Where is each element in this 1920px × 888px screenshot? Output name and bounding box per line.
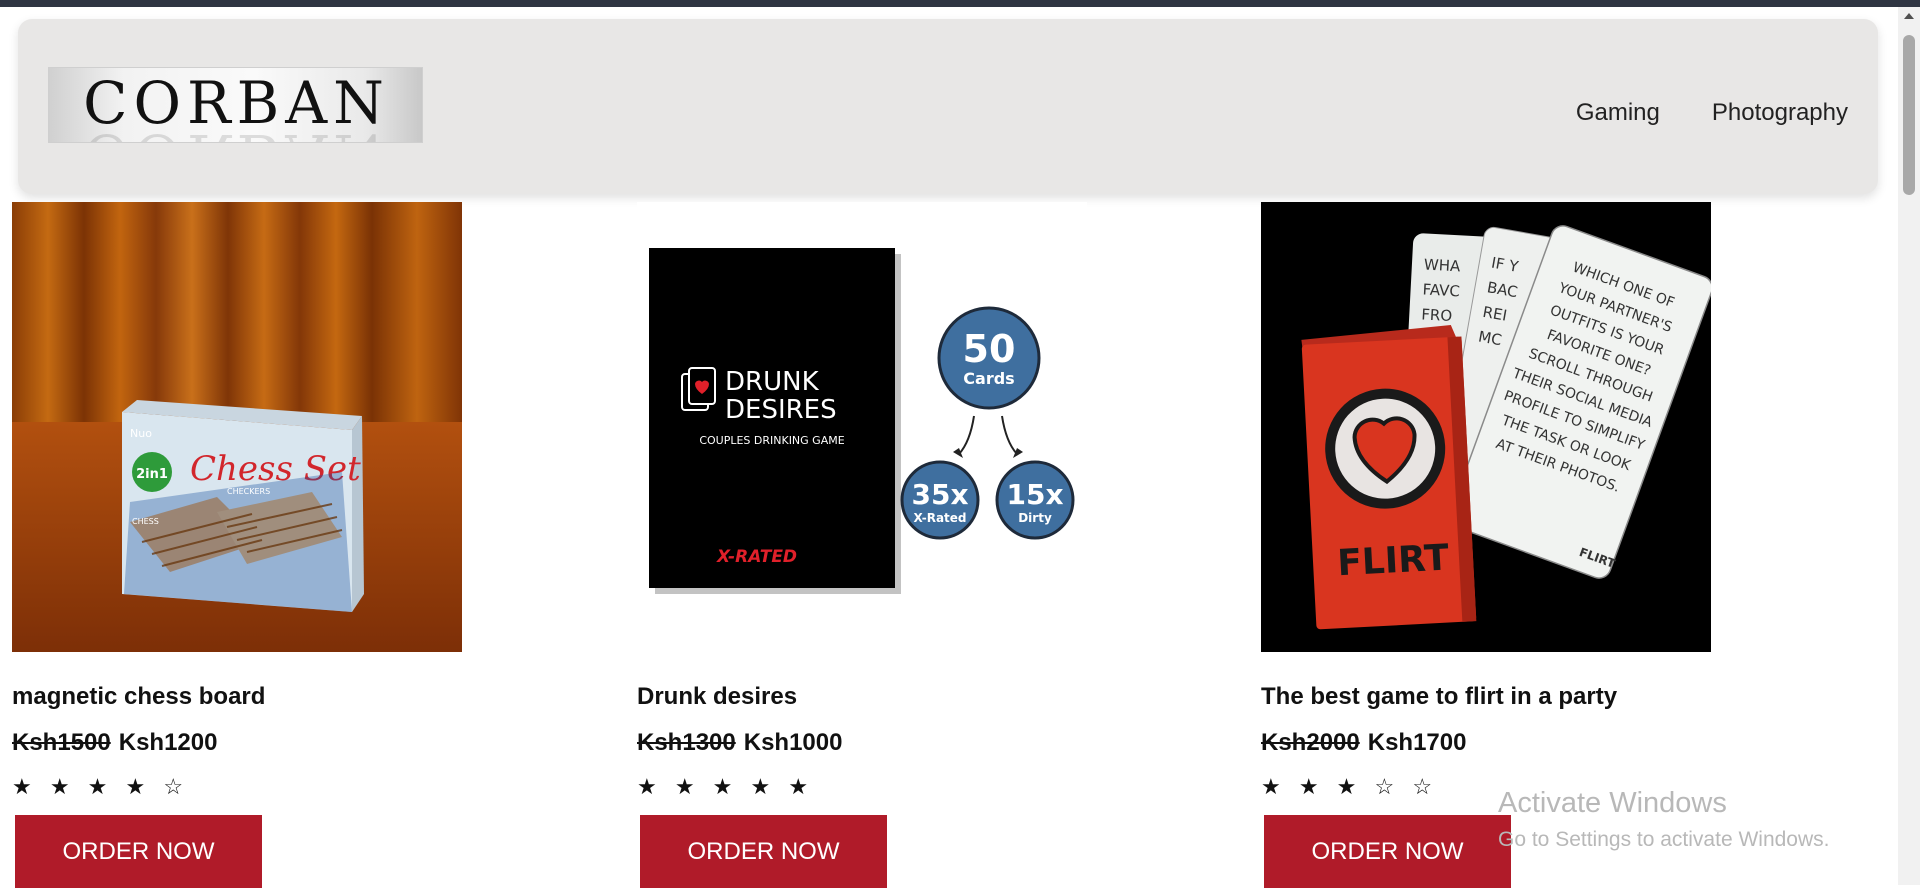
logo-reflection: CORBAN — [49, 121, 422, 142]
nav-link-gaming[interactable]: Gaming — [1576, 99, 1660, 127]
main-nav: Gaming Photography — [1576, 99, 1848, 127]
badge-right-number: 15x — [1006, 478, 1063, 511]
box-title: FLIRT — [1336, 537, 1450, 584]
box-tag: Nuo — [130, 427, 152, 440]
product-price: Ksh1300 Ksh1000 — [637, 729, 842, 757]
old-price: Ksh1300 — [637, 729, 736, 756]
old-price: Ksh1500 — [12, 729, 111, 756]
product-image[interactable]: DRUNK DESIRES COUPLES DRINKING GAME X-RA… — [637, 202, 1087, 652]
order-now-button[interactable]: ORDER NOW — [15, 815, 262, 888]
flirt-game-photo: WHA FAVC FRO IF Y BAC REI MC WHICH ONE O… — [1261, 202, 1711, 652]
card-title-line2: DESIRES — [725, 395, 837, 425]
badge-left-label: X-Rated — [913, 511, 966, 525]
scrollbar-thumb[interactable] — [1903, 35, 1915, 195]
product-image[interactable]: WHA FAVC FRO IF Y BAC REI MC WHICH ONE O… — [1261, 202, 1711, 652]
window-top-border — [0, 0, 1920, 7]
star-rating: ★ ★ ★ ★ ☆ — [12, 774, 190, 799]
product-image[interactable]: 2in1 Nuo Chess Set CHESS CHECKERS — [12, 202, 462, 652]
star-rating: ★ ★ ★ ★ ★ — [637, 774, 815, 799]
card-title-line1: DRUNK — [725, 367, 820, 397]
page: CORBAN CORBAN Gaming Photography — [0, 7, 1898, 888]
new-price: Ksh1200 — [118, 729, 218, 756]
chess-set-photo: 2in1 Nuo Chess Set CHESS CHECKERS — [12, 202, 462, 652]
box-label-chess: CHESS — [132, 517, 159, 526]
badge-left-number: 35x — [911, 478, 968, 511]
box-label-checkers: CHECKERS — [227, 487, 270, 496]
site-header: CORBAN CORBAN Gaming Photography — [18, 19, 1878, 194]
badge-label: Cards — [963, 369, 1014, 388]
order-now-button[interactable]: ORDER NOW — [1264, 815, 1511, 888]
old-price: Ksh2000 — [1261, 729, 1360, 756]
new-price: Ksh1000 — [743, 729, 843, 756]
watermark-title: Activate Windows — [1498, 787, 1727, 819]
box-badge: 2in1 — [136, 467, 168, 482]
watermark-subtitle: Go to Settings to activate Windows. — [1498, 828, 1830, 851]
new-price: Ksh1700 — [1367, 729, 1467, 756]
product-title[interactable]: magnetic chess board — [12, 683, 265, 711]
scroll-up-arrow-icon[interactable] — [1904, 13, 1914, 19]
drunk-desires-photo: DRUNK DESIRES COUPLES DRINKING GAME X-RA… — [637, 202, 1087, 652]
product-price: Ksh2000 Ksh1700 — [1261, 729, 1466, 757]
product-title[interactable]: Drunk desires — [637, 683, 797, 711]
order-now-button[interactable]: ORDER NOW — [640, 815, 887, 888]
activation-watermark: Activate Windows Go to Settings to activ… — [1498, 787, 1830, 852]
back-card1-line: WHA — [1423, 255, 1461, 275]
badge-right-label: Dirty — [1018, 511, 1052, 525]
nav-link-photography[interactable]: Photography — [1712, 99, 1848, 127]
product-price: Ksh1500 Ksh1200 — [12, 729, 217, 757]
card-subtitle: COUPLES DRINKING GAME — [699, 434, 844, 447]
vertical-scrollbar[interactable] — [1898, 7, 1920, 885]
back-card1-line: FAVC — [1422, 280, 1460, 300]
back-card1-line: FRO — [1421, 305, 1453, 325]
logo[interactable]: CORBAN CORBAN — [48, 67, 423, 143]
card-tag: X-RATED — [716, 547, 797, 567]
star-rating: ★ ★ ★ ☆ ☆ — [1261, 774, 1439, 799]
product-title[interactable]: The best game to flirt in a party — [1261, 683, 1617, 711]
badge-number: 50 — [963, 327, 1016, 371]
